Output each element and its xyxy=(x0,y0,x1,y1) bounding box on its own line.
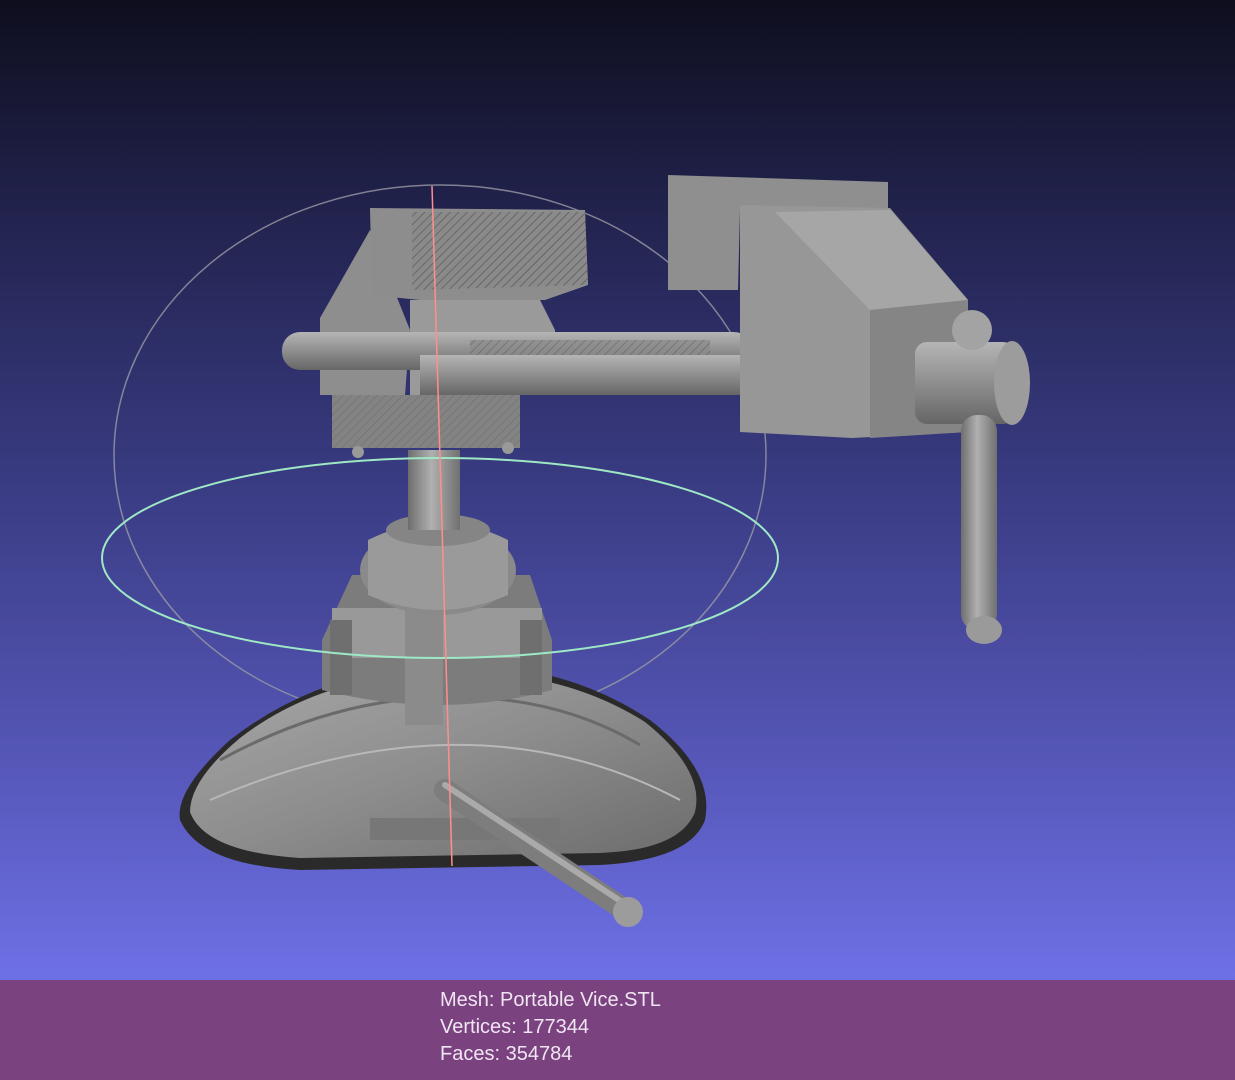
3d-viewport[interactable] xyxy=(0,0,1235,980)
vice-mesh-render[interactable] xyxy=(0,0,1235,980)
mesh-name-label: Mesh: Portable Vice.STL xyxy=(440,989,661,1011)
vice-screw-handle xyxy=(915,310,1030,644)
face-count-label: Faces: 354784 xyxy=(440,1043,573,1065)
vice-post xyxy=(408,450,460,530)
vice-swivel-collar xyxy=(322,514,552,725)
vertex-count-label: Vertices: 177344 xyxy=(440,1016,589,1038)
mesh-info-bar: Mesh: Portable Vice.STL Vertices: 177344… xyxy=(0,980,1235,1080)
